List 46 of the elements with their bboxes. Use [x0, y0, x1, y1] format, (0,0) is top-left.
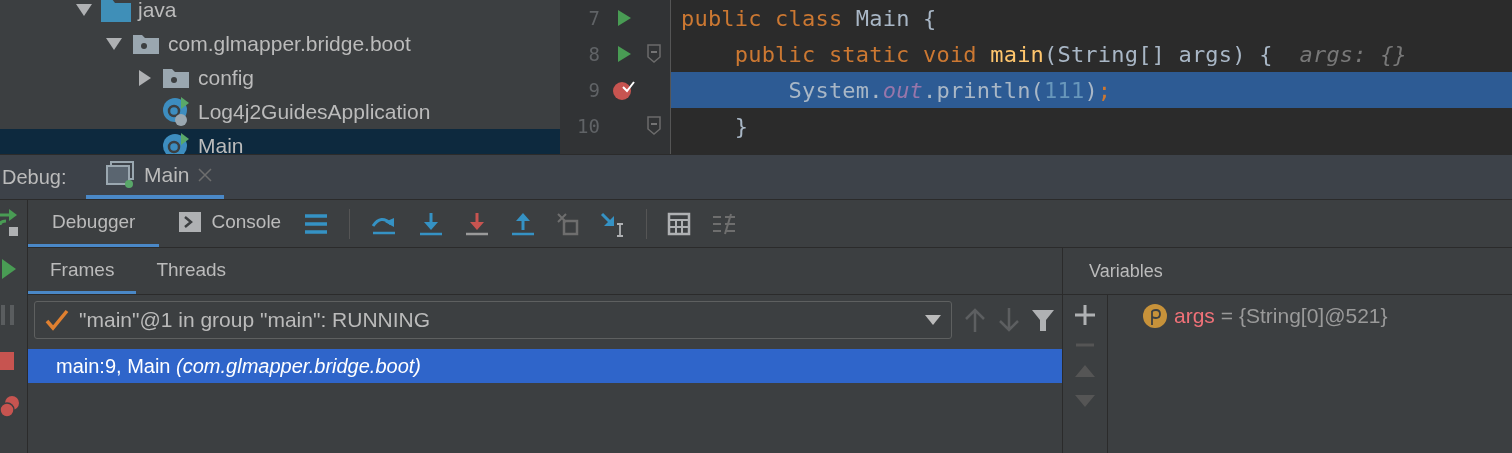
code-line: public static void main(String[] args) { args: {} [733, 40, 1409, 69]
breakpoint-icon[interactable] [612, 79, 636, 101]
thread-dropdown[interactable]: "main"@1 in group "main": RUNNING [34, 301, 952, 339]
run-icon[interactable] [615, 8, 633, 28]
up-arrow-icon[interactable] [964, 308, 986, 332]
tree-item[interactable]: java [0, 0, 560, 27]
package-icon [162, 67, 190, 89]
run-icon[interactable] [615, 44, 633, 64]
folder-icon [100, 0, 132, 23]
rerun-icon[interactable] [0, 208, 20, 238]
step-into-icon[interactable] [464, 210, 491, 237]
menu-icon[interactable] [303, 211, 330, 236]
code-line: } [733, 112, 750, 141]
session-tab[interactable]: Main [86, 155, 224, 199]
tree-item[interactable]: com.glmapper.bridge.boot [0, 27, 560, 61]
tab[interactable]: Threads [156, 248, 229, 294]
close-icon[interactable] [197, 168, 212, 182]
check-icon [45, 309, 69, 331]
dropdown-arrow-icon[interactable] [925, 315, 941, 325]
add-icon[interactable] [1075, 305, 1095, 325]
frame-row[interactable]: main:9, Main (com.glmapper.bridge.boot) [28, 349, 1062, 383]
variable-value: = {String[0]@521} [1220, 304, 1388, 328]
tab[interactable]: Console [179, 200, 284, 247]
variable-name: args [1174, 304, 1215, 328]
debug-label: Debug: [2, 164, 68, 190]
tab[interactable]: Frames [28, 248, 137, 294]
tree-item[interactable]: Log4j2GuidesApplication [0, 95, 560, 129]
stop-icon[interactable] [0, 352, 16, 370]
parameter-icon [1142, 303, 1168, 329]
tree-item[interactable]: config [0, 61, 560, 95]
fold-icon[interactable] [646, 44, 662, 64]
window-icon [106, 161, 136, 189]
resume-icon[interactable] [0, 258, 18, 280]
step-into-icon[interactable] [418, 210, 445, 237]
calculator-icon[interactable] [667, 211, 692, 236]
package-icon [132, 33, 160, 55]
code-line: public class Main { [680, 4, 938, 33]
filter-icon[interactable] [1032, 308, 1054, 332]
panel-title: Variables [1063, 248, 1512, 295]
down-arrow-icon[interactable] [998, 308, 1020, 332]
tab[interactable]: Debugger [28, 200, 160, 247]
tree-item[interactable]: Main [0, 129, 560, 154]
fold-icon[interactable] [646, 116, 662, 136]
class-icon [162, 97, 190, 127]
mute-breakpoints-icon[interactable] [0, 395, 20, 419]
console-icon [179, 212, 202, 232]
